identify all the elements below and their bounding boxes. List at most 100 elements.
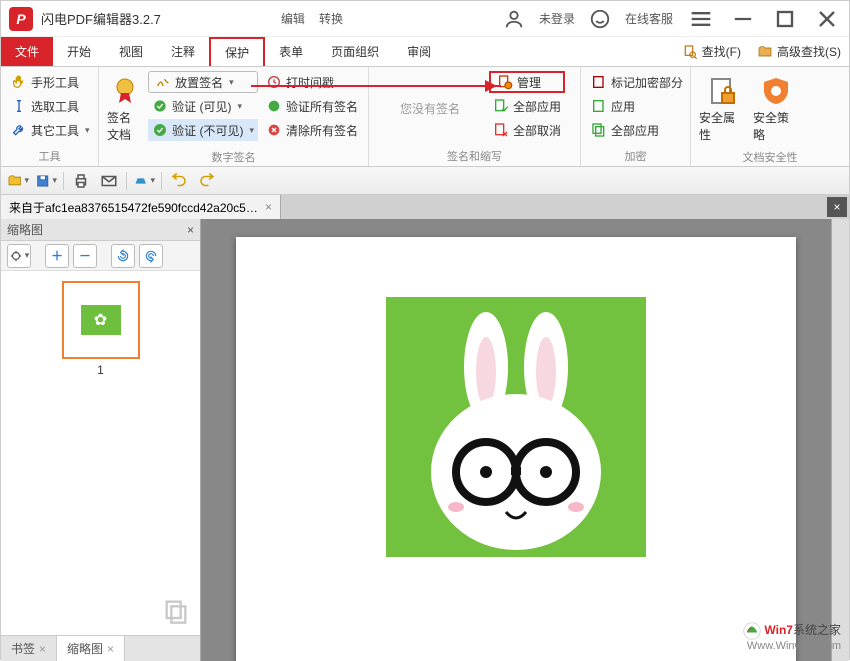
title-menu: 编辑 转换 [161, 10, 503, 27]
security-policy-button[interactable]: 安全策略 [751, 71, 801, 147]
app-title: 闪电PDF编辑器3.2.7 [41, 9, 161, 28]
check-all-icon [266, 98, 282, 114]
x-badge-icon [266, 122, 282, 138]
print-button[interactable] [70, 170, 92, 192]
ribbon-group-sig-write: 您没有签名 管理 全部应用 全部取消 签名和缩写 [369, 67, 581, 166]
menu-review[interactable]: 审阅 [393, 37, 445, 66]
shield-gear-icon [760, 75, 792, 107]
rotate-cw-button[interactable] [139, 244, 163, 268]
ribbon-group-encrypt: 标记加密部分 应用 全部应用 加密 [581, 67, 691, 166]
apply-encrypt-button[interactable]: 应用 [587, 95, 687, 117]
redo-button[interactable] [196, 170, 218, 192]
vertical-scrollbar[interactable] [831, 219, 849, 661]
timestamp-button[interactable]: 打时间戳 [262, 71, 362, 93]
other-tools-button[interactable]: 其它工具 [7, 119, 94, 141]
watermark: Win7Win7系统之家系统之家 Www.Winwin7.com [743, 622, 841, 653]
thumbnail-toolbar: ＋ － [1, 241, 200, 271]
rotate-ccw-button[interactable] [111, 244, 135, 268]
check-badge-icon [152, 98, 168, 114]
menu-protect[interactable]: 保护 [209, 37, 265, 66]
lock-doc-icon [706, 75, 738, 107]
thumb-page-number: 1 [62, 359, 140, 377]
marker-icon [591, 74, 607, 90]
page-viewport[interactable] [201, 219, 831, 661]
menu-bar: 文件 开始 视图 注释 保护 表单 页面组织 审阅 查找(F) 高级查找(S) [1, 37, 849, 67]
select-tool-button[interactable]: 选取工具 [7, 95, 94, 117]
thumbnail-panel: 缩略图 × ＋ － ✿ 1 书签× 缩略图× [1, 219, 201, 661]
thumb-options-button[interactable] [7, 244, 31, 268]
document-tab-title: 来自于afc1ea8376515472fe590fccd42a20c5_resi… [9, 199, 259, 216]
close-button[interactable] [813, 5, 841, 33]
copy-icon[interactable] [162, 597, 190, 625]
advanced-find-button[interactable]: 高级查找(S) [749, 37, 849, 66]
close-tab-icon[interactable]: × [265, 200, 272, 214]
verify-invisible-button[interactable]: 验证 (不可见) [148, 119, 258, 141]
scan-button[interactable] [133, 170, 155, 192]
cancel-all-sig-button[interactable]: 全部取消 [489, 119, 565, 141]
clear-all-sig-button[interactable]: 清除所有签名 [262, 119, 362, 141]
open-button[interactable] [7, 170, 29, 192]
minimize-button[interactable] [729, 5, 757, 33]
security-props-button[interactable]: 安全属性 [697, 71, 747, 147]
x-doc-icon [493, 122, 509, 138]
menu-page[interactable]: 页面组织 [317, 37, 393, 66]
app-logo-icon: P [9, 7, 33, 31]
undo-button[interactable] [168, 170, 190, 192]
title-menu-edit[interactable]: 编辑 [281, 10, 305, 27]
zoom-out-button[interactable]: － [73, 244, 97, 268]
maximize-button[interactable] [771, 5, 799, 33]
verify-all-button[interactable]: 验证所有签名 [262, 95, 362, 117]
menu-comment[interactable]: 注释 [157, 37, 209, 66]
apply-all-encrypt-button[interactable]: 全部应用 [587, 119, 687, 141]
menu-file[interactable]: 文件 [1, 37, 53, 66]
canvas-area [201, 219, 849, 661]
document-tab-bar: 来自于afc1ea8376515472fe590fccd42a20c5_resi… [1, 195, 849, 219]
menu-form[interactable]: 表单 [265, 37, 317, 66]
folder-search-icon [757, 44, 773, 60]
sign-document-button[interactable]: 签名文档 [105, 71, 144, 147]
find-button[interactable]: 查找(F) [674, 37, 749, 66]
annotation-arrow [251, 85, 501, 87]
thumbnail-list[interactable]: ✿ 1 [1, 271, 200, 635]
panel-close-icon[interactable]: × [187, 223, 194, 237]
tab-thumbnail[interactable]: 缩略图× [57, 636, 125, 661]
menu-view[interactable]: 视图 [105, 37, 157, 66]
pdf-page[interactable] [236, 237, 796, 661]
no-signature-placeholder: 您没有签名 [375, 71, 485, 146]
mail-button[interactable] [98, 170, 120, 192]
ribbon-group-docsecurity: 安全属性 安全策略 文档安全性 [691, 67, 849, 166]
ribbon-group-label: 签名和缩写 [375, 146, 574, 164]
wrench-icon [11, 122, 27, 138]
tab-bookmark[interactable]: 书签× [1, 636, 57, 661]
clock-icon [266, 74, 282, 90]
mark-encrypt-button[interactable]: 标记加密部分 [587, 71, 687, 93]
document-tab[interactable]: 来自于afc1ea8376515472fe590fccd42a20c5_resi… [1, 195, 281, 219]
verify-visible-button[interactable]: 验证 (可见) [148, 95, 258, 117]
ribbon-group-tools: 手形工具 选取工具 其它工具 工具 [1, 67, 99, 166]
apply-all-sig-button[interactable]: 全部应用 [489, 95, 565, 117]
save-button[interactable] [35, 170, 57, 192]
ribbon-group-label: 加密 [587, 146, 684, 164]
login-status[interactable]: 未登录 [539, 10, 575, 27]
thumbnail-page[interactable]: ✿ 1 [62, 281, 140, 377]
zoom-in-button[interactable]: ＋ [45, 244, 69, 268]
apply-all-icon [591, 122, 607, 138]
quick-toolbar [1, 167, 849, 195]
ribbon-group-label: 文档安全性 [697, 147, 843, 165]
check-doc-icon [493, 98, 509, 114]
menu-start[interactable]: 开始 [53, 37, 105, 66]
title-menu-convert[interactable]: 转换 [319, 10, 343, 27]
user-icon [503, 8, 525, 30]
ribbon-group-label: 工具 [7, 146, 92, 164]
side-panel-tabs: 书签× 缩略图× [1, 635, 200, 661]
close-all-tabs-button[interactable]: × [827, 197, 847, 217]
ribbon-group-label: 数字签名 [105, 147, 362, 165]
place-signature-button[interactable]: 放置签名 [148, 71, 258, 93]
hand-tool-button[interactable]: 手形工具 [7, 71, 94, 93]
search-icon [682, 44, 698, 60]
hamburger-icon[interactable] [687, 5, 715, 33]
ribbon: 手形工具 选取工具 其它工具 工具 签名文档 放置签名 验证 (可见) 验证 (… [1, 67, 849, 167]
check-hidden-icon [152, 122, 168, 138]
workspace: 缩略图 × ＋ － ✿ 1 书签× 缩略图× [1, 219, 849, 661]
online-service[interactable]: 在线客服 [625, 10, 673, 27]
